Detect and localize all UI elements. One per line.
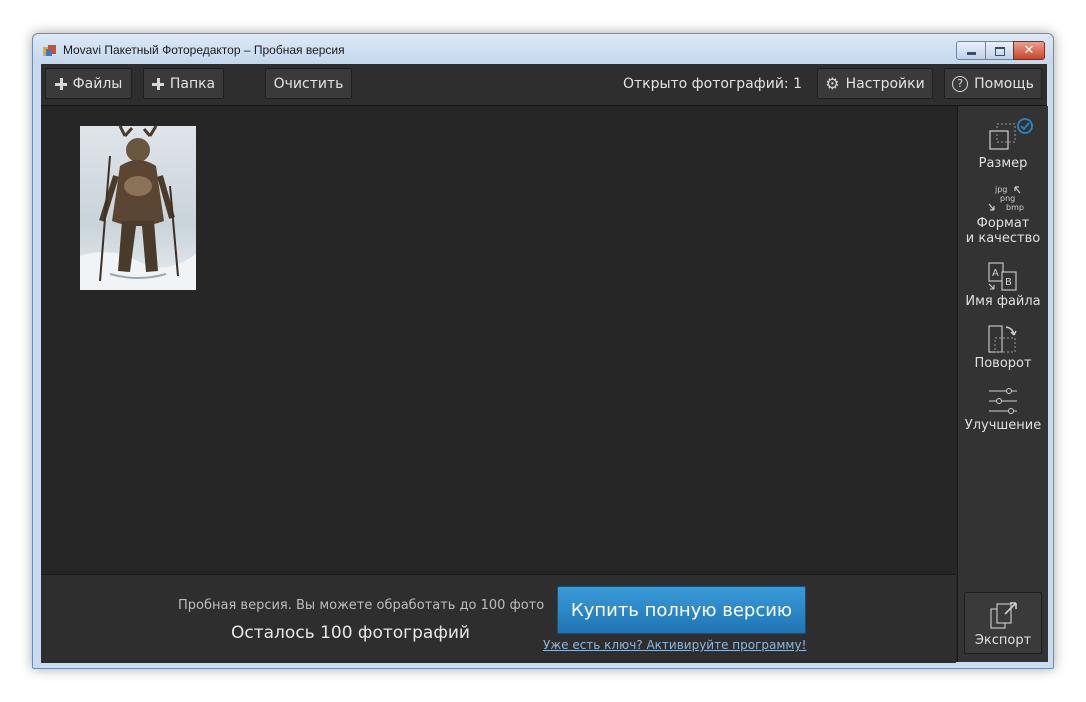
sidebar-item-label: Формат и качество (965, 216, 1041, 246)
add-files-label: Файлы (72, 75, 123, 92)
window-controls: ✕ (956, 41, 1045, 60)
open-photos-count: Открыто фотографий: 1 (622, 76, 802, 92)
close-button[interactable]: ✕ (1013, 41, 1045, 60)
plus-icon (54, 77, 67, 90)
plus-icon (151, 77, 164, 90)
minimize-button[interactable] (956, 41, 985, 60)
add-folder-button[interactable]: Папка (143, 68, 224, 99)
buy-label: Купить полную версию (570, 599, 793, 621)
format-jpg-text: jpg (994, 185, 1007, 194)
format-bmp-text: bmp (1006, 203, 1024, 212)
rename-letter-b: B (1005, 277, 1012, 288)
gear-icon: ⚙ (825, 74, 840, 93)
sidebar-item-label: Имя файла (965, 294, 1041, 309)
format-png-text: png (1000, 194, 1015, 203)
rename-letter-a: A (992, 268, 999, 279)
adjust-icon (989, 388, 1017, 414)
trial-bar: Пробная версия. Вы можете обработать до … (41, 574, 956, 663)
clear-button[interactable]: Очистить (265, 68, 352, 99)
format-icon: jpg png bmp (988, 185, 1024, 212)
sidebar-item-label: Улучшение (964, 418, 1042, 433)
help-button[interactable]: ? Помощь (944, 68, 1042, 99)
sidebar-item-filename[interactable]: A B Имя файла (958, 262, 1048, 309)
add-files-button[interactable]: Файлы (45, 68, 132, 99)
title-bar: Movavi Пакетный Фоторедактор – Пробная в… (33, 34, 1053, 64)
remaining-count: Осталось 100 фотографий (231, 623, 470, 643)
settings-button[interactable]: ⚙ Настройки (817, 68, 933, 99)
sidebar-item-rotate[interactable]: Поворот (958, 324, 1048, 371)
clear-label: Очистить (273, 75, 344, 92)
export-icon (990, 602, 1017, 629)
sidebar-item-resize[interactable]: Размер (958, 118, 1048, 171)
trial-note: Пробная версия. Вы можете обработать до … (178, 598, 545, 613)
export-button[interactable]: Экспорт (964, 592, 1042, 654)
photo-thumbnail[interactable] (80, 126, 196, 290)
photo-workspace[interactable] (41, 106, 956, 574)
resize-icon (989, 118, 1033, 150)
activate-program-link[interactable]: Уже есть ключ? Активируйте программу! (543, 638, 806, 652)
close-icon: ✕ (1023, 43, 1035, 58)
app-client-area: Файлы Папка Очистить Открыто фотографий:… (41, 64, 1048, 663)
app-window: Movavi Пакетный Фоторедактор – Пробная в… (32, 33, 1054, 669)
buy-full-version-button[interactable]: Купить полную версию (557, 586, 806, 634)
sidebar-item-enhance[interactable]: Улучшение (958, 386, 1048, 433)
sidebar-item-format[interactable]: jpg png bmp Формат и качество (958, 184, 1048, 246)
help-label: Помощь (974, 75, 1034, 92)
add-folder-label: Папка (169, 75, 216, 92)
help-icon: ? (952, 75, 969, 92)
sidebar-item-label: Поворот (974, 356, 1032, 371)
window-title: Movavi Пакетный Фоторедактор – Пробная в… (63, 43, 345, 57)
app-logo-icon (43, 45, 56, 56)
settings-label: Настройки (845, 75, 925, 92)
toolbar: Файлы Папка Очистить Открыто фотографий:… (41, 64, 1047, 106)
photo-thumbnail-image (80, 126, 196, 290)
rotate-icon (988, 325, 1017, 353)
sidebar-item-label: Размер (978, 156, 1028, 171)
maximize-button[interactable] (985, 41, 1013, 60)
rename-icon: A B (988, 262, 1017, 291)
export-label: Экспорт (974, 633, 1032, 648)
tools-sidebar: Размер jpg png bmp Формат и качество A B (957, 106, 1048, 662)
